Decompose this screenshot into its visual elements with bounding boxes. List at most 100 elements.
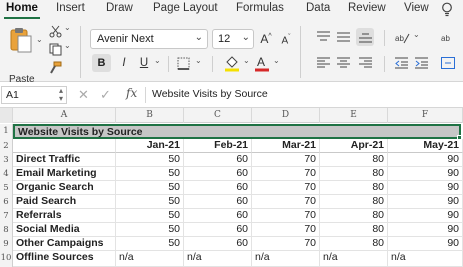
data-cell[interactable]: n/a bbox=[252, 251, 320, 267]
tab-home[interactable]: Home bbox=[6, 2, 38, 14]
copy-chevron-icon[interactable]: ⌄ bbox=[64, 41, 71, 50]
data-cell[interactable]: 60 bbox=[184, 153, 252, 167]
data-cell[interactable]: 60 bbox=[184, 167, 252, 181]
tab-draw[interactable]: Draw bbox=[106, 2, 133, 14]
data-cell[interactable]: 70 bbox=[252, 195, 320, 209]
column-header-f[interactable]: F bbox=[388, 108, 463, 123]
paste-options-chevron-icon[interactable]: ⌄ bbox=[36, 35, 43, 44]
underline-button[interactable]: U bbox=[136, 54, 152, 72]
source-label[interactable]: Referrals bbox=[13, 209, 116, 223]
row-header-5[interactable]: 5 bbox=[0, 181, 13, 195]
month-header[interactable]: Feb-21 bbox=[184, 139, 252, 153]
data-cell[interactable]: 60 bbox=[184, 209, 252, 223]
month-header[interactable]: Apr-21 bbox=[320, 139, 388, 153]
orientation-button[interactable]: ab bbox=[394, 30, 410, 44]
align-middle-button[interactable] bbox=[336, 30, 350, 44]
borders-button[interactable] bbox=[176, 56, 190, 70]
source-label[interactable]: Organic Search bbox=[13, 181, 116, 195]
tab-data[interactable]: Data bbox=[306, 2, 330, 14]
data-cell[interactable]: 80 bbox=[320, 223, 388, 237]
name-box-stepper-icon[interactable]: ▴ ▾ bbox=[59, 87, 63, 103]
row-header-4[interactable]: 4 bbox=[0, 167, 13, 181]
month-header[interactable]: Jan-21 bbox=[116, 139, 184, 153]
data-cell[interactable]: 50 bbox=[116, 167, 184, 181]
cell-a2[interactable] bbox=[13, 139, 116, 153]
selected-cell-a1[interactable]: Website Visits by Source bbox=[13, 124, 461, 139]
paste-button[interactable] bbox=[8, 26, 34, 54]
align-bottom-button[interactable] bbox=[356, 28, 374, 46]
source-label[interactable]: Email Marketing bbox=[13, 167, 116, 181]
orientation-chevron-icon[interactable]: ⌄ bbox=[413, 30, 420, 39]
align-left-button[interactable] bbox=[316, 56, 330, 70]
data-cell[interactable]: 70 bbox=[252, 237, 320, 251]
select-all-corner[interactable] bbox=[0, 108, 13, 123]
row-header-3[interactable]: 3 bbox=[0, 153, 13, 167]
insert-function-button[interactable]: fx bbox=[126, 86, 137, 100]
data-cell[interactable]: n/a bbox=[388, 251, 463, 267]
wrap-text-button[interactable]: ab bbox=[440, 30, 456, 44]
format-painter-button[interactable] bbox=[48, 60, 62, 74]
column-header-c[interactable]: C bbox=[184, 108, 252, 123]
data-cell[interactable]: n/a bbox=[320, 251, 388, 267]
data-cell[interactable]: 70 bbox=[252, 223, 320, 237]
data-cell[interactable]: 90 bbox=[388, 167, 463, 181]
font-color-button[interactable]: A bbox=[254, 54, 270, 72]
data-cell[interactable]: 60 bbox=[184, 223, 252, 237]
font-name-dropdown[interactable]: Avenir Next ⌄ bbox=[90, 29, 208, 49]
data-cell[interactable]: 70 bbox=[252, 167, 320, 181]
data-cell[interactable]: 90 bbox=[388, 223, 463, 237]
row-header-10[interactable]: 10 bbox=[0, 251, 13, 267]
tab-insert[interactable]: Insert bbox=[56, 2, 85, 14]
decrease-font-size-button[interactable]: Aˇ bbox=[278, 32, 294, 48]
merge-center-button[interactable] bbox=[440, 56, 456, 70]
tab-view[interactable]: View bbox=[404, 2, 429, 14]
data-cell[interactable]: 80 bbox=[320, 237, 388, 251]
underline-chevron-icon[interactable]: ⌄ bbox=[154, 56, 161, 65]
data-cell[interactable]: 80 bbox=[320, 209, 388, 223]
row-header-6[interactable]: 6 bbox=[0, 195, 13, 209]
data-cell[interactable]: 90 bbox=[388, 195, 463, 209]
row-header-8[interactable]: 8 bbox=[0, 223, 13, 237]
data-cell[interactable]: 90 bbox=[388, 209, 463, 223]
increase-font-size-button[interactable]: A^ bbox=[258, 30, 274, 48]
font-color-chevron-icon[interactable]: ⌄ bbox=[273, 56, 280, 65]
copy-button[interactable] bbox=[48, 42, 62, 56]
data-cell[interactable]: 90 bbox=[388, 181, 463, 195]
month-header[interactable]: Mar-21 bbox=[252, 139, 320, 153]
data-cell[interactable]: 60 bbox=[184, 237, 252, 251]
row-header-7[interactable]: 7 bbox=[0, 209, 13, 223]
row-header-1[interactable]: 1 bbox=[0, 124, 13, 139]
italic-button[interactable]: I bbox=[116, 54, 132, 72]
confirm-edit-icon[interactable]: ✓ bbox=[100, 87, 111, 103]
data-cell[interactable]: 50 bbox=[116, 195, 184, 209]
data-cell[interactable]: 50 bbox=[116, 223, 184, 237]
data-cell[interactable]: 80 bbox=[320, 167, 388, 181]
data-cell[interactable]: n/a bbox=[116, 251, 184, 267]
align-center-button[interactable] bbox=[336, 56, 350, 70]
decrease-indent-button[interactable] bbox=[394, 56, 408, 70]
fill-color-chevron-icon[interactable]: ⌄ bbox=[243, 56, 250, 65]
fill-color-button[interactable] bbox=[224, 54, 240, 72]
source-label[interactable]: Direct Traffic bbox=[13, 153, 116, 167]
data-cell[interactable]: 60 bbox=[184, 195, 252, 209]
source-label[interactable]: Offline Sources bbox=[13, 251, 116, 267]
data-cell[interactable]: 50 bbox=[116, 209, 184, 223]
tab-page-layout[interactable]: Page Layout bbox=[153, 2, 218, 14]
lightbulb-icon[interactable] bbox=[441, 2, 453, 17]
month-header[interactable]: May-21 bbox=[388, 139, 463, 153]
source-label[interactable]: Social Media bbox=[13, 223, 116, 237]
font-size-dropdown[interactable]: 12 ⌄ bbox=[212, 29, 254, 49]
align-right-button[interactable] bbox=[358, 56, 372, 70]
bold-button[interactable]: B bbox=[92, 54, 111, 72]
data-cell[interactable]: 50 bbox=[116, 153, 184, 167]
name-box[interactable]: A1 ▴ ▾ bbox=[1, 86, 67, 104]
column-header-e[interactable]: E bbox=[320, 108, 388, 123]
increase-indent-button[interactable] bbox=[414, 56, 428, 70]
data-cell[interactable]: 50 bbox=[116, 181, 184, 195]
data-cell[interactable]: 60 bbox=[184, 181, 252, 195]
source-label[interactable]: Paid Search bbox=[13, 195, 116, 209]
data-cell[interactable]: 90 bbox=[388, 153, 463, 167]
data-cell[interactable]: 80 bbox=[320, 195, 388, 209]
tab-formulas[interactable]: Formulas bbox=[236, 2, 284, 14]
data-cell[interactable]: 50 bbox=[116, 237, 184, 251]
